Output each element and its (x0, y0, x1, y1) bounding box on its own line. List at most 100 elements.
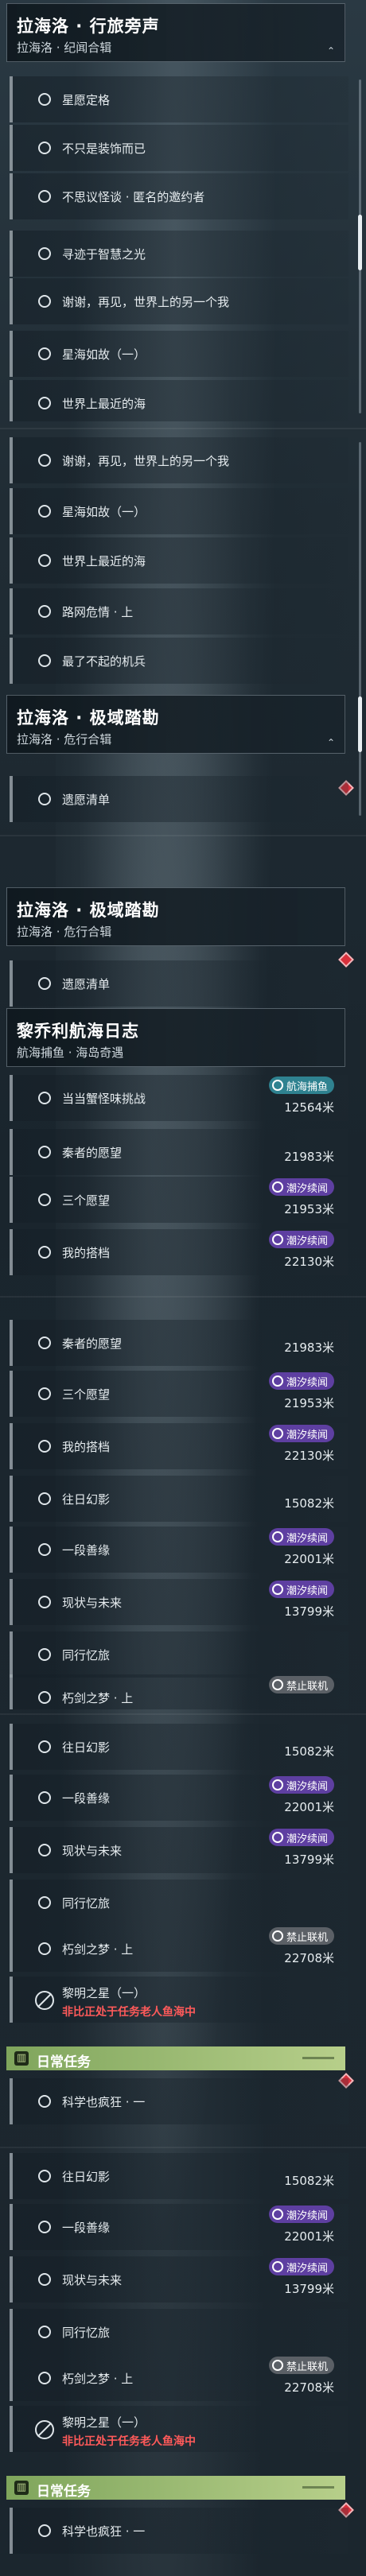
task-row[interactable]: 路网危情 · 上 (10, 588, 348, 634)
badge-label: 潮汐续闻 (286, 1780, 328, 1793)
distance: 21953米 (284, 1202, 334, 1216)
row-accent (10, 1476, 13, 1522)
tide-badge: 潮汐续闻 (268, 2206, 334, 2223)
task-row[interactable]: 往日幻影 15082米 (10, 2153, 348, 2199)
quest-header[interactable]: 拉海洛 · 行旅旁声 拉海洛 · 纪闻合辑 ⌃ (6, 3, 345, 62)
task-label: 谢谢，再见，世界上的另一个我 (62, 295, 230, 309)
circle-icon (38, 977, 51, 990)
task-label: 同行忆旅 (62, 1648, 111, 1662)
task-row[interactable]: 秦者的愿望 21983米 (10, 1320, 348, 1366)
task-row[interactable]: 星海如故（一） (10, 331, 348, 377)
divider (0, 835, 366, 836)
row-accent (10, 2406, 13, 2452)
row-accent (10, 638, 13, 684)
task-row[interactable]: 世界上最近的海 (10, 380, 348, 421)
row-accent (10, 2078, 13, 2124)
task-row[interactable]: 现状与未来 潮汐续闻 13799米 (10, 1579, 348, 1625)
scrollbar-thumb[interactable] (358, 696, 362, 752)
badge-label: 禁止联机 (286, 1931, 328, 1944)
task-label: 星愿定格 (62, 93, 111, 107)
task-row[interactable]: 同行忆旅 (10, 1631, 348, 1678)
task-row[interactable]: 遗愿清单 (10, 960, 348, 1007)
daily-tasks-header[interactable]: ▥ 日常任务 (6, 2476, 345, 2500)
distance: 12564米 (284, 1100, 334, 1115)
circle-icon (38, 247, 51, 260)
task-row[interactable]: 往日幻影 15082米 (10, 1724, 348, 1770)
scrollbar-thumb[interactable] (358, 215, 362, 270)
task-row[interactable]: 我的搭档 潮汐续闻 22130米 (10, 1229, 348, 1275)
row-accent (10, 1977, 13, 2023)
divider (0, 1296, 366, 1298)
task-label: 科学也疯狂 · 一 (62, 2524, 146, 2539)
task-row[interactable]: 朽剑之梦 · 上 禁止联机 22708米 (10, 2355, 348, 2401)
task-row[interactable]: 世界上最近的海 (10, 537, 348, 584)
task-row[interactable]: 星海如故（一） (10, 488, 348, 534)
task-row[interactable]: 我的搭档 潮汐续闻 22130米 (10, 1423, 348, 1469)
circle-icon (38, 1336, 51, 1349)
task-label: 当当蟹怪味挑战 (62, 1092, 146, 1106)
quest-header[interactable]: 黎乔利航海日志 航海捕鱼 · 海岛奇遇 (6, 1008, 345, 1067)
fishing-badge: 航海捕鱼 (268, 1077, 334, 1094)
task-row[interactable]: 现状与未来 潮汐续闻 13799米 (10, 1827, 348, 1873)
badge-label: 潮汐续闻 (286, 1235, 328, 1247)
task-row[interactable]: 谢谢，再见，世界上的另一个我 (10, 278, 348, 324)
task-row-blocked[interactable]: 黎明之星（一） 非比正处于任务老人鱼海中 (10, 2406, 348, 2452)
row-accent (10, 2153, 13, 2199)
task-row[interactable]: 一段善缘 潮汐续闻 22001米 (10, 1527, 348, 1573)
circle-icon (38, 1387, 51, 1400)
task-row[interactable]: 三个愿望 潮汐续闻 21953米 (10, 1371, 348, 1417)
task-row[interactable]: 谢谢，再见，世界上的另一个我 (10, 437, 348, 483)
task-row[interactable]: 一段善缘 潮汐续闻 22001米 (10, 2204, 348, 2250)
distance: 22001米 (284, 2229, 334, 2244)
chevron-up-icon[interactable]: ⌃ (327, 45, 335, 56)
task-row[interactable]: 现状与未来 潮汐续闻 13799米 (10, 2256, 348, 2302)
header-decor (302, 2486, 334, 2489)
quest-title: 拉海洛 · 极域踏勘 (17, 901, 160, 920)
distance: 15082米 (284, 1496, 334, 1511)
task-row[interactable]: 一段善缘 潮汐续闻 22001米 (10, 1775, 348, 1821)
quest-header[interactable]: 拉海洛 · 极域踏勘 拉海洛 · 危行合辑 ⌃ (6, 695, 345, 754)
task-row[interactable]: 同行忆旅 (10, 1880, 348, 1926)
quest-header[interactable]: 拉海洛 · 极域踏勘 拉海洛 · 危行合辑 (6, 887, 345, 946)
task-row[interactable]: 朽剑之梦 · 上 禁止联机 22708米 (10, 1926, 348, 1972)
frame-3: 拉海洛 · 极域踏勘 拉海洛 · 危行合辑 遗愿清单 黎乔利航海日志 航海捕鱼 … (0, 843, 366, 1296)
task-row[interactable]: 最了不起的机兵 (10, 638, 348, 684)
scrollbar-track[interactable] (359, 442, 361, 816)
circle-icon (38, 93, 51, 106)
task-row[interactable]: 当当蟹怪味挑战 航海捕鱼 12564米 (10, 1075, 348, 1121)
daily-tasks-header[interactable]: ▥ 日常任务 (6, 2046, 345, 2070)
task-label: 寻迹于智慧之光 (62, 247, 146, 262)
wave-icon (271, 1832, 283, 1843)
distance: 13799米 (284, 2282, 334, 2296)
tide-badge: 潮汐续闻 (268, 1829, 334, 1846)
chevron-up-icon[interactable]: ⌃ (327, 737, 335, 748)
circle-icon (38, 397, 51, 409)
divider (0, 428, 366, 429)
task-row[interactable]: 三个愿望 潮汐续闻 21953米 (10, 1177, 348, 1223)
task-row[interactable]: 星愿定格 (10, 76, 348, 122)
row-accent (10, 488, 13, 534)
distance: 15082米 (284, 1744, 334, 1759)
task-row-blocked[interactable]: 黎明之星（一） 非比正处于任务老人鱼海中 (10, 1977, 348, 2023)
task-row[interactable]: 科学也疯狂 · 一 (10, 2078, 348, 2124)
distance: 15082米 (284, 2174, 334, 2188)
row-accent (10, 2309, 13, 2355)
task-row[interactable]: 不只是装饰而已 (10, 125, 348, 171)
badge-label: 潮汐续闻 (286, 1532, 328, 1545)
task-row[interactable]: 不思议怪谈 · 匿名的邀约者 (10, 173, 348, 219)
task-row[interactable]: 科学也疯狂 · 一 (10, 2508, 348, 2554)
distance: 22001米 (284, 1552, 334, 1566)
wave-icon (271, 2261, 283, 2272)
distance: 22130米 (284, 1449, 334, 1463)
task-row[interactable]: 往日幻影 15082米 (10, 1476, 348, 1522)
badge-label: 潮汐续闻 (286, 1182, 328, 1195)
circle-icon (38, 1896, 51, 1909)
task-row[interactable]: 遗愿清单 (10, 776, 348, 822)
row-accent (10, 173, 13, 219)
task-row[interactable]: 秦者的愿望 21983米 (10, 1129, 348, 1175)
task-label: 三个愿望 (62, 1193, 111, 1208)
task-row[interactable]: 朽剑之梦 · 上 禁止联机 (10, 1674, 348, 1709)
task-row[interactable]: 寻迹于智慧之光 (10, 231, 348, 277)
wave-icon (271, 1181, 283, 1193)
task-row[interactable]: 同行忆旅 (10, 2309, 348, 2355)
